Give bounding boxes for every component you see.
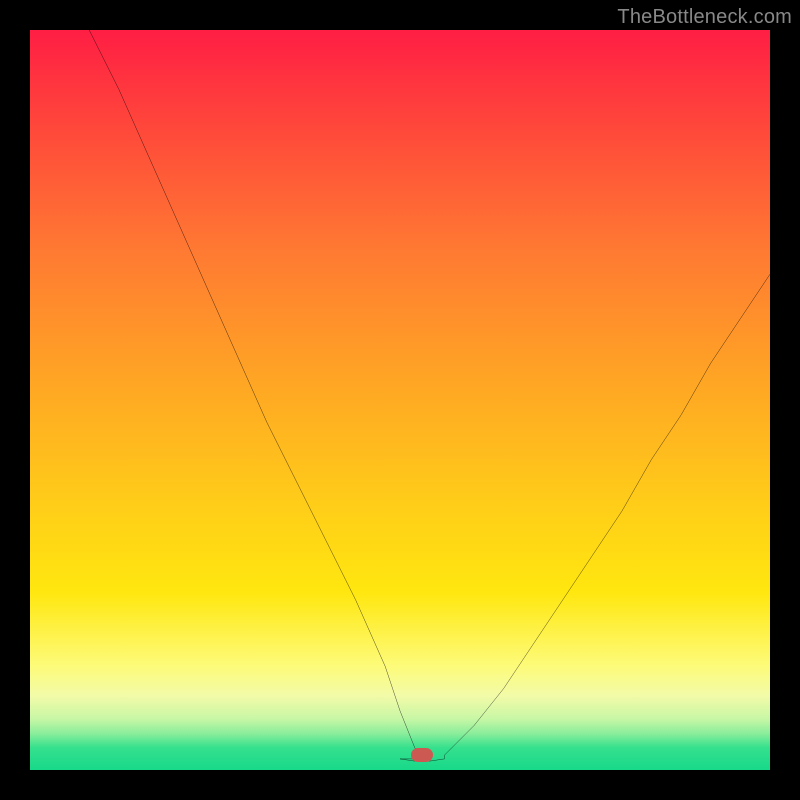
chart-frame: TheBottleneck.com — [0, 0, 800, 800]
plot-background-gradient — [30, 30, 770, 770]
watermark-text: TheBottleneck.com — [617, 6, 792, 29]
